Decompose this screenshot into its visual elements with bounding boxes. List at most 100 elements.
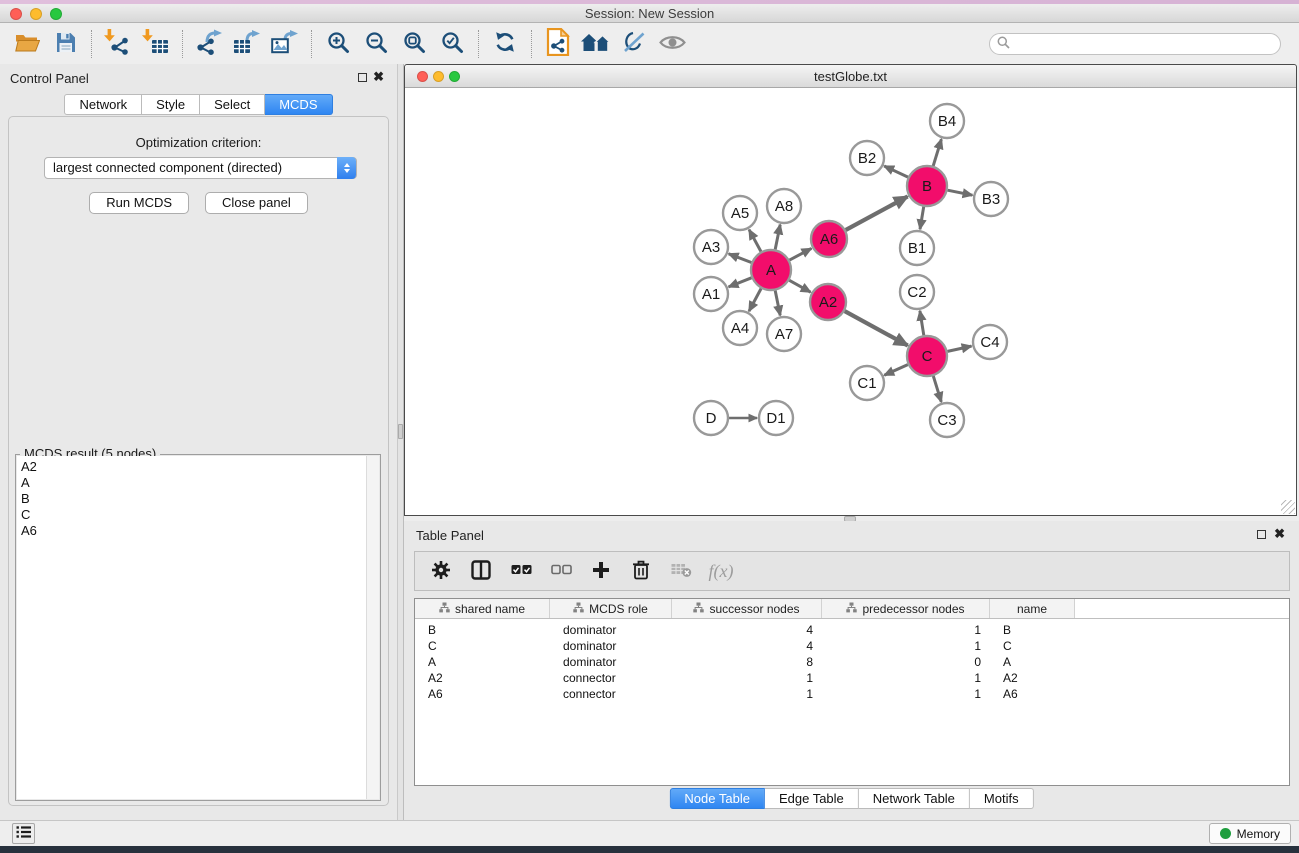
- resize-grip-icon[interactable]: [1281, 500, 1295, 514]
- node-A[interactable]: A: [751, 250, 791, 290]
- edge-B-B1[interactable]: [920, 207, 924, 230]
- open-network-file-button[interactable]: [539, 27, 577, 61]
- node-B1[interactable]: B1: [900, 231, 934, 265]
- edge-A-A8[interactable]: [775, 225, 780, 250]
- table-row[interactable]: Cdominator41C: [415, 638, 1289, 654]
- node-D[interactable]: D: [694, 401, 728, 435]
- edge-B-B3[interactable]: [948, 190, 973, 195]
- criterion-select[interactable]: largest connected component (directed): [44, 157, 357, 179]
- tab-style[interactable]: Style: [142, 94, 200, 115]
- close-panel-button[interactable]: Close panel: [205, 192, 308, 214]
- node-C4[interactable]: C4: [973, 325, 1007, 359]
- tab-network[interactable]: Network: [64, 94, 142, 115]
- edge-B-B2[interactable]: [884, 166, 908, 177]
- deselect-all-columns-button[interactable]: [545, 555, 577, 587]
- node-A3[interactable]: A3: [694, 230, 728, 264]
- run-mcds-button[interactable]: Run MCDS: [89, 192, 189, 214]
- delete-column-button[interactable]: [625, 555, 657, 587]
- node-B3[interactable]: B3: [974, 182, 1008, 216]
- edge-A-A1[interactable]: [729, 278, 752, 287]
- node-A7[interactable]: A7: [767, 317, 801, 351]
- edge-A-A4[interactable]: [749, 289, 761, 312]
- column-header-shared-name[interactable]: shared name: [415, 599, 550, 618]
- result-item[interactable]: A2: [21, 459, 379, 475]
- zoom-selected-button[interactable]: [433, 27, 471, 61]
- node-table[interactable]: shared nameMCDS rolesuccessor nodesprede…: [414, 598, 1290, 786]
- network-canvas[interactable]: B4B2BB3A5A8A6A3B1AC2A1A2A4A7C4CC1C3DD1: [405, 89, 1296, 515]
- float-panel-icon[interactable]: [358, 73, 367, 82]
- show-hide-details-button[interactable]: [653, 27, 691, 61]
- tab-select[interactable]: Select: [200, 94, 265, 115]
- search-field[interactable]: [989, 33, 1281, 55]
- node-A8[interactable]: A8: [767, 189, 801, 223]
- result-item[interactable]: A6: [21, 523, 379, 539]
- add-column-button[interactable]: [585, 555, 617, 587]
- column-header-successor-nodes[interactable]: successor nodes: [672, 599, 822, 618]
- node-B2[interactable]: B2: [850, 141, 884, 175]
- export-table-button[interactable]: [228, 27, 266, 61]
- network-window-titlebar[interactable]: testGlobe.txt: [405, 65, 1296, 88]
- search-input[interactable]: [1014, 35, 1280, 53]
- save-session-button[interactable]: [46, 27, 84, 61]
- node-A2[interactable]: A2: [810, 284, 846, 320]
- table-row[interactable]: A2connector11A2: [415, 670, 1289, 686]
- node-C[interactable]: C: [907, 336, 947, 376]
- open-session-button[interactable]: [8, 27, 46, 61]
- column-header-predecessor-nodes[interactable]: predecessor nodes: [822, 599, 990, 618]
- column-header-MCDS-role[interactable]: MCDS role: [550, 599, 672, 618]
- node-C2[interactable]: C2: [900, 275, 934, 309]
- refresh-button[interactable]: [486, 27, 524, 61]
- table-settings-button[interactable]: [425, 555, 457, 587]
- delete-table-button[interactable]: [665, 555, 697, 587]
- edge-A6-B[interactable]: [846, 197, 908, 231]
- close-panel-icon[interactable]: ✖: [373, 69, 384, 85]
- edge-A-A2[interactable]: [789, 280, 810, 292]
- export-network-button[interactable]: [190, 27, 228, 61]
- edge-A-A5[interactable]: [749, 230, 761, 252]
- column-header-name[interactable]: name: [990, 599, 1075, 618]
- edge-A-A7[interactable]: [775, 291, 780, 316]
- node-A5[interactable]: A5: [723, 196, 757, 230]
- home-button[interactable]: [577, 27, 615, 61]
- show-columns-button[interactable]: [465, 555, 497, 587]
- annotations-button[interactable]: [615, 27, 653, 61]
- memory-button[interactable]: Memory: [1209, 823, 1291, 844]
- edge-A-A6[interactable]: [790, 248, 812, 260]
- edge-A-A3[interactable]: [729, 254, 752, 263]
- edge-B-B4[interactable]: [933, 139, 941, 166]
- mcds-result-list[interactable]: A2ABCA6: [17, 456, 379, 799]
- node-B4[interactable]: B4: [930, 104, 964, 138]
- node-A4[interactable]: A4: [723, 311, 757, 345]
- edge-C-C1[interactable]: [884, 365, 908, 376]
- zoom-out-button[interactable]: [357, 27, 395, 61]
- node-D1[interactable]: D1: [759, 401, 793, 435]
- node-C3[interactable]: C3: [930, 403, 964, 437]
- result-item[interactable]: B: [21, 491, 379, 507]
- edge-C-C2[interactable]: [920, 311, 924, 336]
- edge-C-C3[interactable]: [933, 376, 941, 402]
- zoom-in-button[interactable]: [319, 27, 357, 61]
- tab-network-table[interactable]: Network Table: [859, 788, 970, 809]
- close-table-panel-icon[interactable]: ✖: [1274, 526, 1285, 542]
- node-B[interactable]: B: [907, 166, 947, 206]
- result-scrollbar[interactable]: [366, 456, 379, 799]
- node-C1[interactable]: C1: [850, 366, 884, 400]
- tab-node-table[interactable]: Node Table: [669, 788, 765, 809]
- function-builder-button[interactable]: f(x): [705, 555, 737, 587]
- tab-mcds[interactable]: MCDS: [265, 94, 332, 115]
- table-row[interactable]: Bdominator41B: [415, 622, 1289, 638]
- result-item[interactable]: A: [21, 475, 379, 491]
- select-all-columns-button[interactable]: [505, 555, 537, 587]
- vertical-splitter[interactable]: [397, 64, 404, 820]
- zoom-fit-button[interactable]: [395, 27, 433, 61]
- result-item[interactable]: C: [21, 507, 379, 523]
- edge-A2-C[interactable]: [845, 311, 908, 345]
- splitter-handle[interactable]: [398, 424, 403, 439]
- session-titlebar[interactable]: Session: New Session: [0, 4, 1299, 23]
- table-row[interactable]: A6connector11A6: [415, 686, 1289, 702]
- float-table-panel-icon[interactable]: [1257, 530, 1266, 539]
- edge-C-C4[interactable]: [948, 346, 972, 351]
- table-row[interactable]: Adominator80A: [415, 654, 1289, 670]
- node-A6[interactable]: A6: [811, 221, 847, 257]
- tab-edge-table[interactable]: Edge Table: [765, 788, 859, 809]
